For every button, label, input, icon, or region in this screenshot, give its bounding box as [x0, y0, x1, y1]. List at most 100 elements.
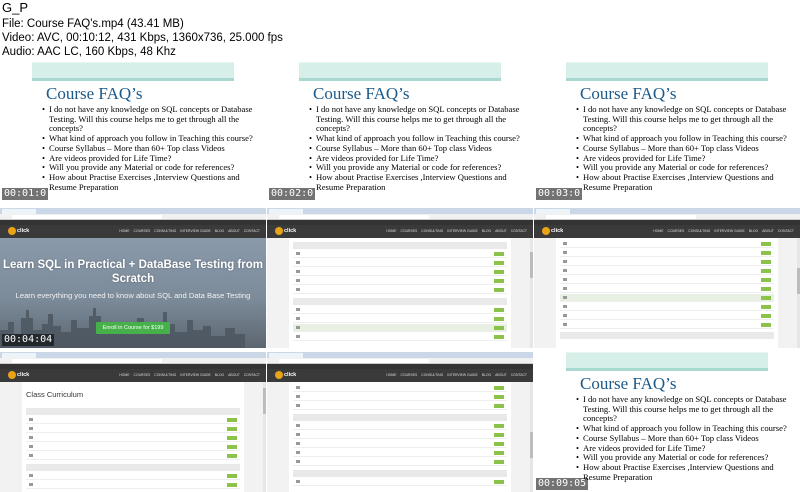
- preview-button[interactable]: [494, 279, 504, 283]
- thumbnail-6[interactable]: click HOME COURSES CONSULTING INTERVIEW GUI…: [534, 208, 800, 348]
- preview-button[interactable]: [494, 424, 504, 428]
- lecture-row[interactable]: [293, 402, 507, 410]
- lecture-row[interactable]: [26, 425, 240, 433]
- lecture-row[interactable]: [293, 393, 507, 401]
- site-logo[interactable]: click: [542, 227, 572, 236]
- lecture-row[interactable]: [26, 416, 240, 424]
- lecture-row[interactable]: [26, 481, 240, 489]
- thumbnail-8[interactable]: click HOME COURSES CONSULTING INTERVIEW GUI…: [267, 352, 533, 492]
- preview-button[interactable]: [494, 261, 504, 265]
- lecture-row[interactable]: [293, 259, 507, 267]
- preview-button[interactable]: [494, 404, 504, 408]
- lecture-row[interactable]: [293, 384, 507, 392]
- preview-button[interactable]: [494, 335, 504, 339]
- lecture-row[interactable]: [293, 250, 507, 258]
- nav-consulting[interactable]: CONSULTING: [421, 373, 443, 377]
- nav-blog[interactable]: BLOG: [482, 373, 491, 377]
- lecture-row[interactable]: [26, 472, 240, 480]
- preview-button[interactable]: [494, 386, 504, 390]
- nav-blog[interactable]: BLOG: [482, 229, 491, 233]
- lecture-row[interactable]: [293, 306, 507, 314]
- nav-about[interactable]: ABOUT: [762, 229, 774, 233]
- lecture-row[interactable]: [293, 315, 507, 323]
- nav-home[interactable]: HOME: [119, 373, 129, 377]
- nav-blog[interactable]: BLOG: [215, 373, 224, 377]
- preview-button[interactable]: [494, 433, 504, 437]
- preview-button[interactable]: [227, 418, 237, 422]
- nav-contact[interactable]: CONTACT: [244, 373, 260, 377]
- nav-contact[interactable]: CONTACT: [244, 229, 260, 233]
- preview-button[interactable]: [227, 427, 237, 431]
- nav-courses[interactable]: COURSES: [134, 229, 151, 233]
- lecture-row[interactable]: [560, 267, 774, 275]
- nav-consulting[interactable]: CONSULTING: [421, 229, 443, 233]
- nav-about[interactable]: ABOUT: [228, 373, 240, 377]
- site-logo[interactable]: click: [8, 371, 38, 380]
- thumbnail-3[interactable]: Course FAQ’s I do not have any knowledge…: [534, 62, 800, 202]
- lecture-row[interactable]: [26, 434, 240, 442]
- preview-button[interactable]: [761, 242, 771, 246]
- thumbnail-7[interactable]: click HOME COURSES CONSULTING INTERVIEW GUI…: [0, 352, 266, 492]
- lecture-row[interactable]: [26, 452, 240, 460]
- preview-button[interactable]: [761, 269, 771, 273]
- preview-button[interactable]: [227, 445, 237, 449]
- nav-interview-guide[interactable]: INTERVIEW GUIDE: [180, 229, 210, 233]
- lecture-row[interactable]: [26, 443, 240, 451]
- lecture-row[interactable]: [560, 276, 774, 284]
- preview-button[interactable]: [494, 270, 504, 274]
- site-logo[interactable]: click: [8, 227, 38, 236]
- preview-button[interactable]: [494, 442, 504, 446]
- preview-button[interactable]: [494, 252, 504, 256]
- preview-button[interactable]: [761, 260, 771, 264]
- nav-courses[interactable]: COURSES: [668, 229, 685, 233]
- lecture-row[interactable]: [293, 286, 507, 294]
- nav-interview-guide[interactable]: INTERVIEW GUIDE: [180, 373, 210, 377]
- nav-about[interactable]: ABOUT: [495, 229, 507, 233]
- nav-contact[interactable]: CONTACT: [778, 229, 794, 233]
- preview-button[interactable]: [761, 314, 771, 318]
- lecture-row[interactable]: [293, 324, 507, 332]
- preview-button[interactable]: [761, 296, 771, 300]
- lecture-row[interactable]: [293, 333, 507, 341]
- site-logo[interactable]: click: [275, 227, 305, 236]
- nav-courses[interactable]: COURSES: [401, 373, 418, 377]
- nav-interview-guide[interactable]: INTERVIEW GUIDE: [714, 229, 744, 233]
- nav-consulting[interactable]: CONSULTING: [154, 229, 176, 233]
- nav-home[interactable]: HOME: [386, 373, 396, 377]
- enroll-button[interactable]: Enroll in Course for $199: [96, 322, 170, 334]
- preview-button[interactable]: [761, 251, 771, 255]
- lecture-row[interactable]: [560, 258, 774, 266]
- preview-button[interactable]: [227, 436, 237, 440]
- lecture-row[interactable]: [293, 268, 507, 276]
- lecture-row[interactable]: [293, 422, 507, 430]
- preview-button[interactable]: [761, 278, 771, 282]
- address-bar[interactable]: [279, 215, 429, 219]
- preview-button[interactable]: [494, 460, 504, 464]
- nav-courses[interactable]: COURSES: [134, 373, 151, 377]
- thumbnail-9[interactable]: Course FAQ’s I do not have any knowledge…: [534, 352, 800, 492]
- nav-consulting[interactable]: CONSULTING: [688, 229, 710, 233]
- lecture-row[interactable]: [560, 240, 774, 248]
- preview-button[interactable]: [227, 474, 237, 478]
- lecture-row[interactable]: [560, 312, 774, 320]
- nav-contact[interactable]: CONTACT: [511, 373, 527, 377]
- address-bar[interactable]: [279, 359, 429, 363]
- preview-button[interactable]: [494, 288, 504, 292]
- lecture-row[interactable]: [560, 303, 774, 311]
- preview-button[interactable]: [227, 483, 237, 487]
- thumbnail-5[interactable]: click HOME COURSES CONSULTING INTERVIEW GUI…: [267, 208, 533, 348]
- preview-button[interactable]: [494, 480, 504, 484]
- lecture-row[interactable]: [293, 449, 507, 457]
- preview-button[interactable]: [761, 287, 771, 291]
- address-bar[interactable]: [546, 215, 696, 219]
- preview-button[interactable]: [494, 395, 504, 399]
- address-bar[interactable]: [12, 359, 162, 363]
- nav-home[interactable]: HOME: [119, 229, 129, 233]
- lecture-row[interactable]: [293, 277, 507, 285]
- lecture-row[interactable]: [560, 321, 774, 329]
- preview-button[interactable]: [494, 317, 504, 321]
- nav-home[interactable]: HOME: [386, 229, 396, 233]
- nav-interview-guide[interactable]: INTERVIEW GUIDE: [447, 373, 477, 377]
- nav-blog[interactable]: BLOG: [215, 229, 224, 233]
- address-bar[interactable]: [12, 215, 162, 219]
